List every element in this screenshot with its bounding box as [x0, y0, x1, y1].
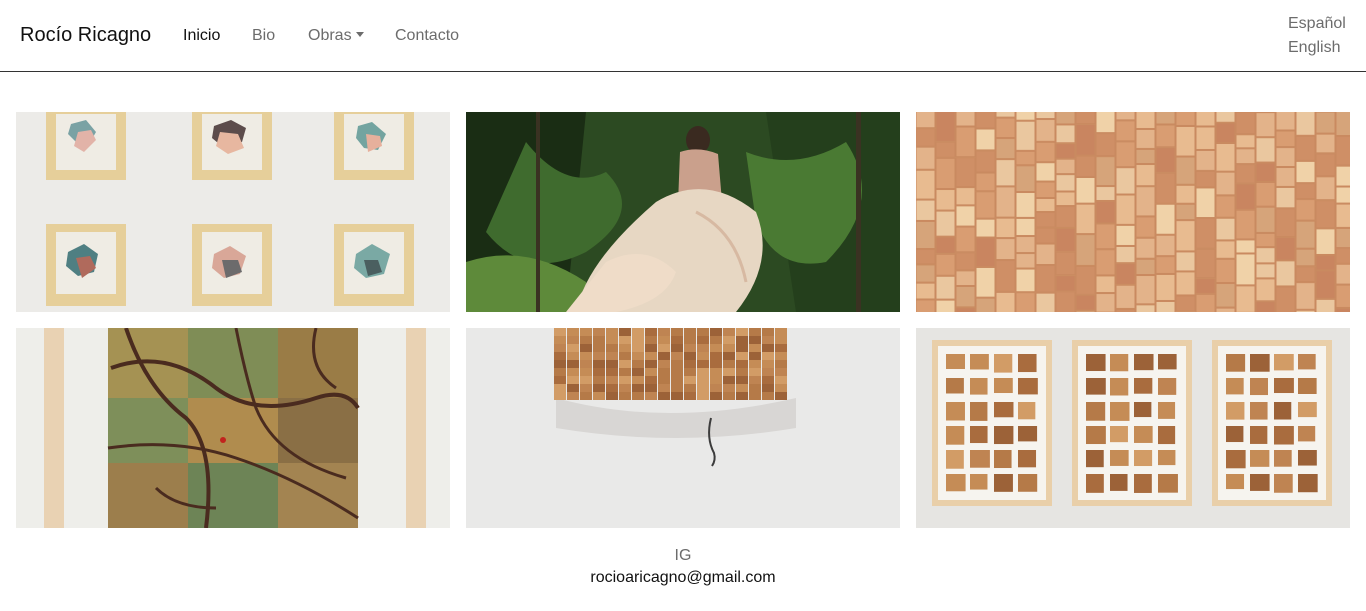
artwork-image — [466, 112, 900, 312]
artwork-thumbnail-forest-performance[interactable] — [466, 112, 900, 312]
artwork-thumbnail-framed-collages[interactable] — [16, 112, 450, 312]
language-link-english[interactable]: English — [1288, 39, 1340, 57]
nav-dropdown-obras-label: Obras — [308, 27, 352, 44]
caret-down-icon — [355, 32, 364, 37]
artwork-image — [16, 112, 450, 312]
artwork-thumbnail-three-frames[interactable] — [916, 328, 1350, 528]
artwork-image — [916, 328, 1350, 528]
instagram-link[interactable]: IG — [0, 547, 1366, 565]
artwork-image — [16, 328, 450, 528]
email-link[interactable]: rocioaricagno@gmail.com — [0, 569, 1366, 587]
nav-dropdown-obras[interactable]: Obras — [308, 27, 364, 45]
top-navbar: Rocío Ricagno Inicio Bio Obras Contacto … — [0, 0, 1366, 72]
artwork-image — [916, 112, 1350, 312]
nav-link-contacto[interactable]: Contacto — [395, 27, 459, 45]
artwork-image — [466, 328, 900, 528]
artwork-thumbnail-hanging-textile[interactable] — [466, 328, 900, 528]
site-brand-link[interactable]: Rocío Ricagno — [20, 24, 151, 47]
artwork-thumbnail-map-painting[interactable] — [16, 328, 450, 528]
language-link-espanol[interactable]: Español — [1288, 15, 1346, 33]
artwork-thumbnail-paper-wall[interactable] — [916, 112, 1350, 312]
nav-link-inicio[interactable]: Inicio — [183, 27, 220, 45]
nav-link-bio[interactable]: Bio — [252, 27, 275, 45]
